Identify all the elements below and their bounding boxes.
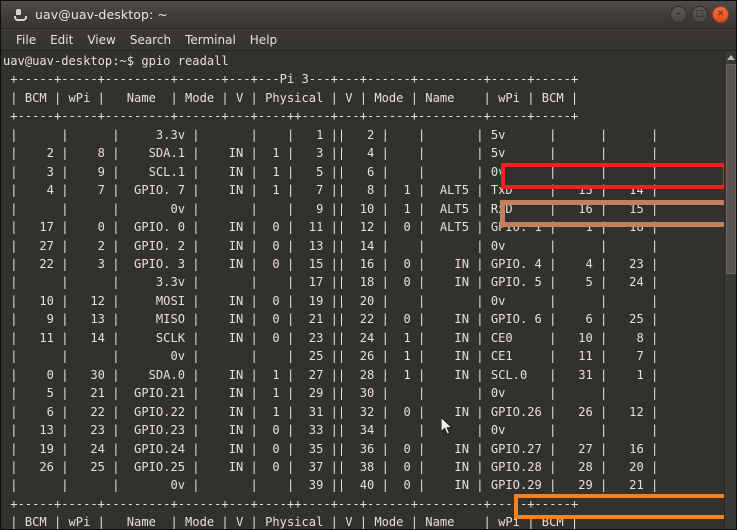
maximize-icon: □ [695,9,704,19]
menu-item-edit[interactable]: Edit [43,30,80,50]
terminal-output-area[interactable]: uav@uav-desktop:~$ gpio readall +-----+-… [1,51,736,530]
gpio-readall-output: uav@uav-desktop:~$ gpio readall +-----+-… [3,54,659,530]
menu-item-search[interactable]: Search [123,30,178,50]
terminal-scrollbar[interactable] [724,51,736,529]
window-controls: – □ ✕ [670,6,729,23]
menu-item-help[interactable]: Help [243,30,284,50]
scroll-up-arrow-icon[interactable] [726,52,736,63]
window-title: uav@uav-desktop: ~ [35,7,168,22]
terminal-window: uav@uav-desktop: ~ – □ ✕ File Edit View … [0,0,737,530]
minimize-button[interactable]: – [670,6,687,23]
close-button[interactable]: ✕ [712,6,729,23]
maximize-button[interactable]: □ [691,6,708,23]
minimize-icon: – [676,9,681,19]
title-bar[interactable]: uav@uav-desktop: ~ – □ ✕ [1,1,736,29]
menu-item-file[interactable]: File [9,30,43,50]
menu-item-terminal[interactable]: Terminal [178,30,243,50]
menu-bar: File Edit View Search Terminal Help [1,29,736,51]
scrollbar-thumb[interactable] [726,64,736,274]
menu-item-view[interactable]: View [80,30,122,50]
terminal-icon [11,7,27,23]
close-icon: ✕ [716,9,725,19]
